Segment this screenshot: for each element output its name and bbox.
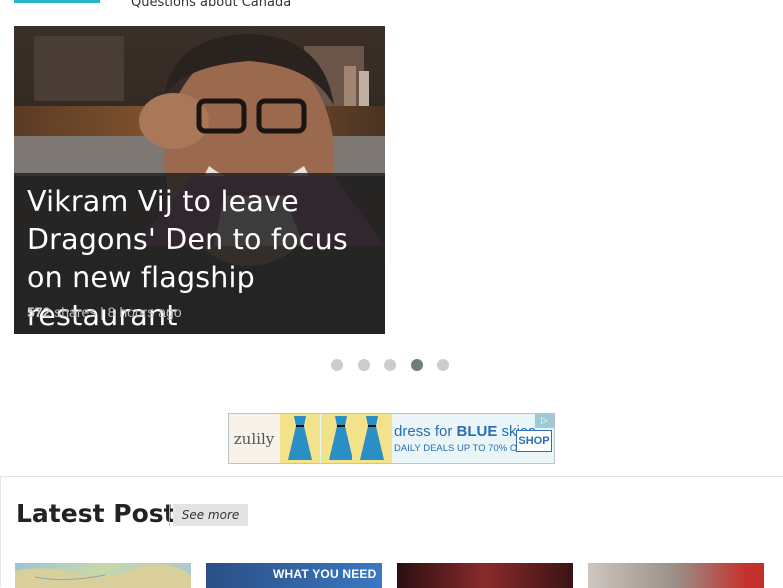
slider-pagination	[331, 359, 449, 371]
slide-meta: 572 shares | 8 hours ago	[27, 304, 182, 320]
dress-icon	[288, 416, 312, 460]
featured-slide[interactable]: Vikram Vij to leave Dragons' Den to focu…	[14, 26, 385, 334]
post-thumbnail-3[interactable]	[397, 563, 573, 588]
ad-headline: dress for BLUE skies	[394, 423, 536, 440]
share-count: 572	[27, 304, 51, 320]
ad-dress-image	[352, 414, 392, 463]
post-thumbnail-1[interactable]	[15, 563, 191, 588]
heading-divider	[169, 504, 170, 526]
ad-headline-prefix: dress for	[394, 423, 457, 440]
map-thumbnail-image	[15, 564, 191, 588]
slider-dot-4[interactable]	[410, 359, 423, 371]
previous-post-caption[interactable]: Questions about Canada	[131, 0, 291, 10]
category-accent-bar	[14, 0, 100, 3]
latest-posts-heading: Latest Posts	[16, 499, 191, 528]
see-more-button[interactable]: See more	[173, 504, 248, 526]
slider-dot-2[interactable]	[357, 359, 370, 371]
ad-logo: zulily	[229, 414, 279, 463]
post-thumbnail-2[interactable]: WHAT YOU NEED	[206, 563, 382, 588]
ad-dress-image	[280, 414, 320, 463]
post-thumbnail-4[interactable]	[588, 563, 764, 588]
slide-caption-overlay: Vikram Vij to leave Dragons' Den to focu…	[14, 173, 385, 334]
thumbnail-caption: WHAT YOU NEED	[273, 567, 377, 581]
ad-subline: DAILY DEALS UP TO 70% OFF	[394, 443, 529, 454]
dress-icon	[360, 416, 384, 460]
slider-dot-1[interactable]	[331, 359, 343, 371]
share-suffix: shares | 8 hours ago	[50, 304, 182, 320]
ad-headline-bold: BLUE	[456, 423, 498, 440]
slider-dot-5[interactable]	[437, 359, 449, 371]
ad-logo-text: zulily	[233, 429, 275, 448]
latest-posts-section: Latest Posts See more WHAT YOU NEED	[0, 476, 783, 588]
advertisement-banner[interactable]: zulily dress for BLUE skies DAILY DEALS …	[228, 413, 555, 464]
ad-shop-button[interactable]: SHOP	[516, 430, 552, 452]
top-strip: Questions about Canada	[0, 0, 783, 14]
ad-choices-icon[interactable]: ▷	[535, 414, 554, 428]
slider-dot-3[interactable]	[384, 359, 396, 371]
